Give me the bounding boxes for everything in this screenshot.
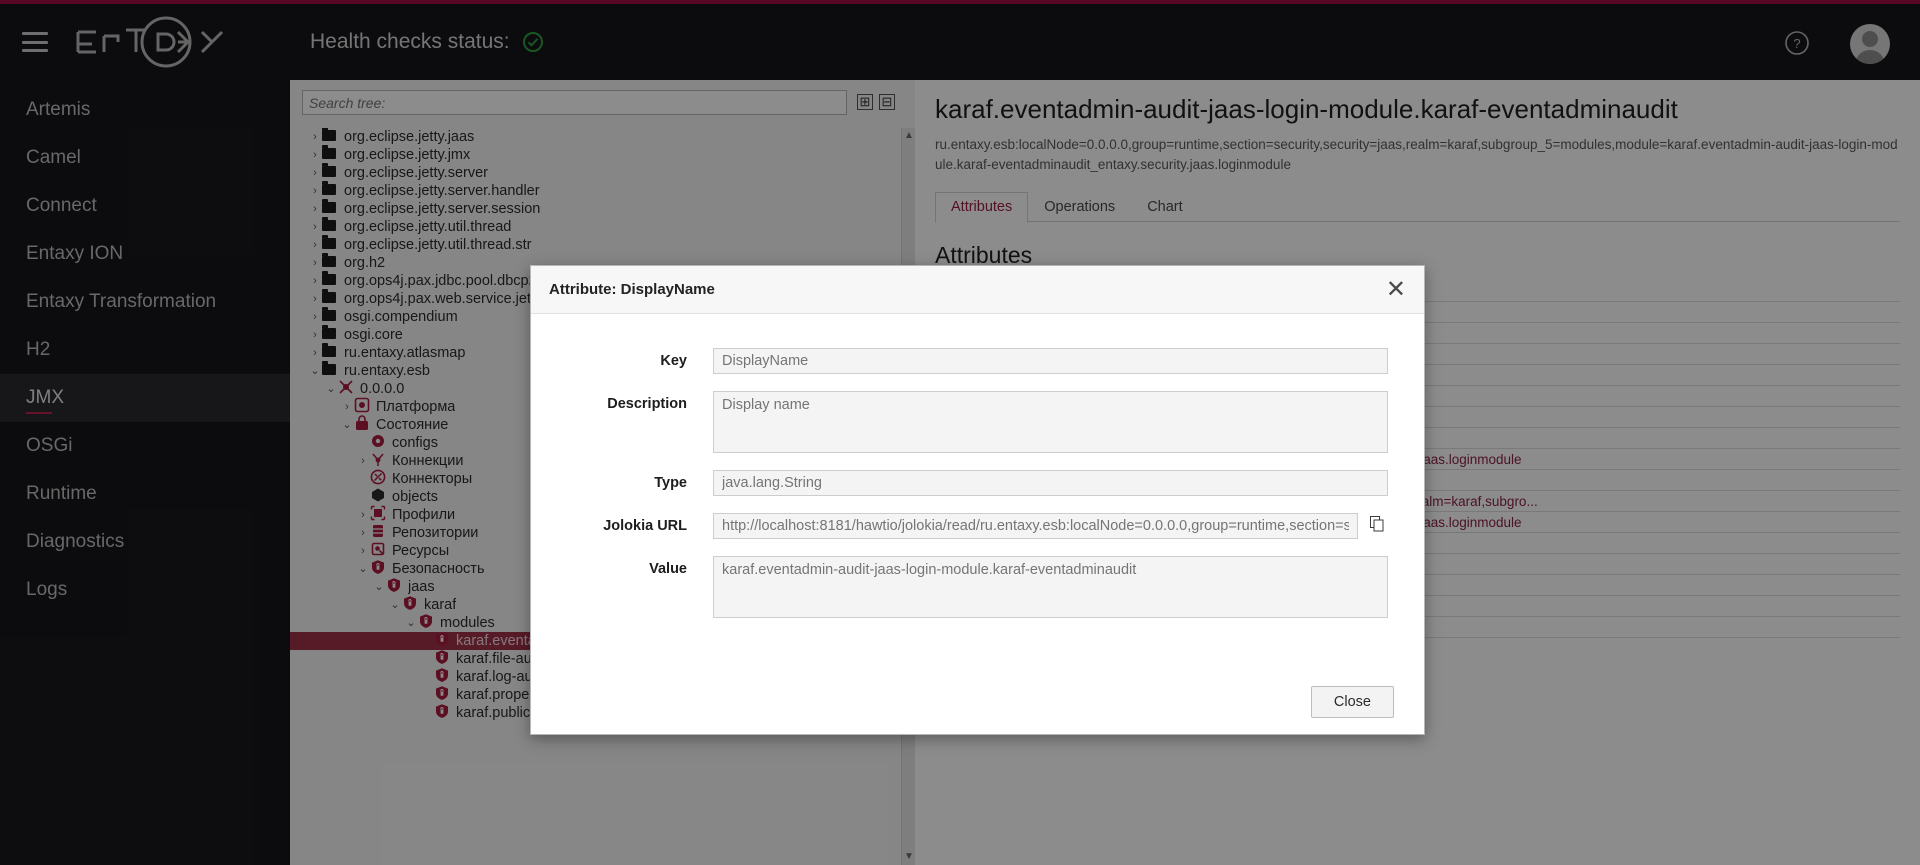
type-field[interactable]: [713, 470, 1388, 496]
attribute-dialog: Attribute: DisplayName ✕ Key Description…: [530, 265, 1425, 735]
value-label: Value: [567, 556, 713, 582]
key-label: Key: [567, 348, 713, 374]
dialog-footer: Close: [531, 670, 1424, 734]
key-row: Key: [567, 348, 1388, 374]
type-row: Type: [567, 470, 1388, 496]
close-button[interactable]: Close: [1311, 686, 1394, 718]
key-field[interactable]: [713, 348, 1388, 374]
jolokia-url-field[interactable]: [713, 513, 1358, 539]
close-icon[interactable]: ✕: [1386, 280, 1406, 300]
description-row: Description: [567, 391, 1388, 453]
value-row: Value: [567, 556, 1388, 618]
dialog-title: Attribute: DisplayName: [549, 281, 715, 298]
description-label: Description: [567, 391, 713, 417]
description-field[interactable]: [713, 391, 1388, 453]
dialog-body: Key Description Type Jolokia URL: [531, 314, 1424, 618]
jolokia-url-label: Jolokia URL: [567, 513, 713, 539]
value-field[interactable]: [713, 556, 1388, 618]
dialog-header: Attribute: DisplayName ✕: [531, 266, 1424, 314]
type-label: Type: [567, 470, 713, 496]
jolokia-url-row: Jolokia URL: [567, 513, 1388, 539]
copy-icon[interactable]: [1366, 516, 1388, 536]
